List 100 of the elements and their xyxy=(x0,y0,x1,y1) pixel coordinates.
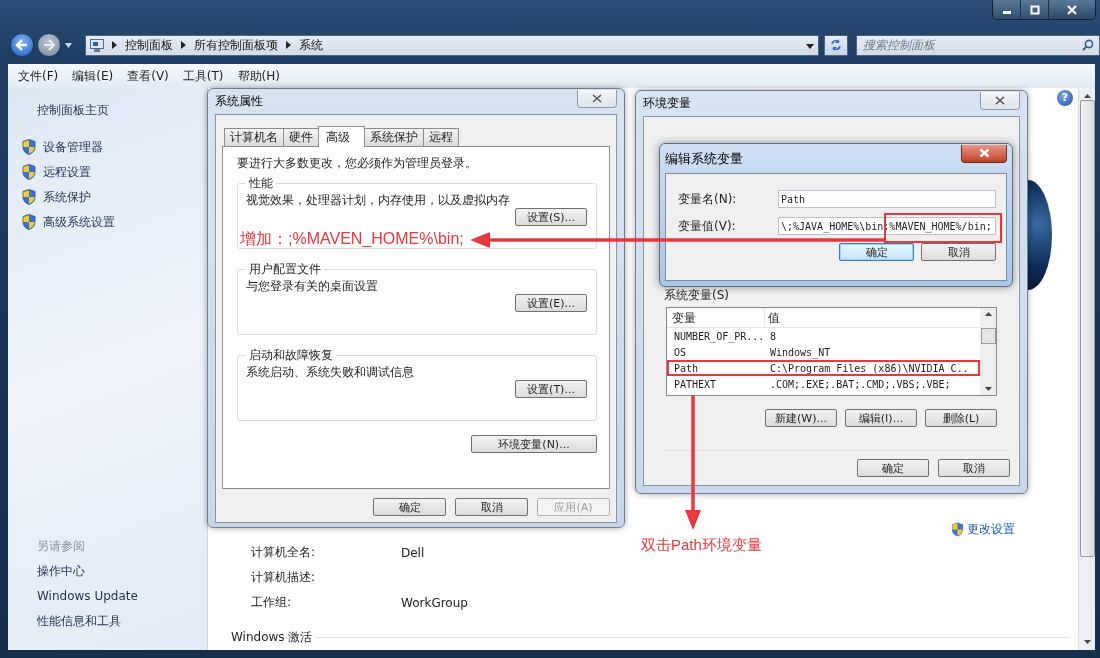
close-icon xyxy=(592,93,602,103)
chevron-icon[interactable] xyxy=(181,41,186,49)
tab[interactable]: 硬件 xyxy=(283,128,319,146)
breadcrumb-item[interactable]: 控制面板 xyxy=(125,36,173,54)
column-header[interactable]: 变量 xyxy=(667,307,765,328)
forward-arrow-icon xyxy=(42,38,56,52)
settings-button[interactable]: 设置(S)... xyxy=(515,208,587,226)
breadcrumb-item[interactable]: 系统 xyxy=(299,36,323,54)
scroll-thumb[interactable] xyxy=(1079,100,1095,557)
minimize-icon xyxy=(1002,11,1011,14)
search-icon xyxy=(1082,38,1094,51)
dialog-button[interactable]: 取消 xyxy=(921,243,996,261)
sidebar-link[interactable]: 远程设置 xyxy=(43,161,91,182)
scrollbar[interactable] xyxy=(1078,88,1095,650)
close-button[interactable] xyxy=(577,89,617,108)
scroll-down-icon[interactable] xyxy=(1083,640,1091,644)
address-bar[interactable]: 控制面板 所有控制面板项 系统 xyxy=(85,34,819,56)
dialog-title: 编辑系统变量 xyxy=(665,149,743,168)
settings-button[interactable]: 设置(T)... xyxy=(515,380,587,398)
variable-row[interactable]: OS Windows_NT xyxy=(667,344,980,360)
section-title: 另请参阅 xyxy=(37,538,86,555)
column-header[interactable]: 值 xyxy=(765,307,980,328)
chevron-icon[interactable] xyxy=(286,41,291,49)
dialog-title: 系统属性 xyxy=(215,93,263,110)
dialog-button[interactable]: 取消 xyxy=(455,498,528,516)
shield-icon xyxy=(22,213,36,230)
sidebar-link[interactable]: 设备管理器 xyxy=(43,136,103,157)
dialog-button[interactable]: 确定 xyxy=(373,498,446,516)
annotation-text: 双击Path环境变量 xyxy=(641,536,762,555)
scroll-thumb[interactable] xyxy=(980,328,996,344)
menu-item[interactable]: 工具(T) xyxy=(182,67,224,85)
close-icon xyxy=(995,95,1005,105)
tab[interactable]: 系统保护 xyxy=(364,128,424,146)
variable-row[interactable]: NUMBER_OF_PR... 8 xyxy=(667,328,980,344)
sidebar-link[interactable]: Windows Update xyxy=(37,584,138,609)
tab[interactable]: 远程 xyxy=(423,128,459,146)
variable-row[interactable]: Path C:\Program Files (x86)\NVIDIA C.. xyxy=(667,360,980,376)
forward-button[interactable] xyxy=(37,33,61,57)
scroll-up-icon[interactable] xyxy=(1083,94,1091,98)
dropdown-caret-icon[interactable] xyxy=(806,43,814,49)
maximize-button[interactable] xyxy=(1021,0,1049,19)
menu-item[interactable]: 帮助(H) xyxy=(237,67,280,85)
settings-button[interactable]: 设置(E)... xyxy=(515,294,587,312)
menu-item[interactable]: 文件(F) xyxy=(18,67,59,85)
menu-item[interactable]: 查看(V) xyxy=(127,67,169,85)
info-label: 计算机描述: xyxy=(251,569,317,586)
close-button[interactable] xyxy=(1049,0,1095,19)
list-action-button[interactable]: 编辑(I)... xyxy=(845,409,917,427)
close-icon xyxy=(978,148,990,158)
sidebar-link[interactable]: 系统保护 xyxy=(43,186,91,207)
close-button[interactable] xyxy=(980,91,1020,110)
close-icon xyxy=(1067,4,1077,15)
sidebar-link[interactable]: 性能信息和工具 xyxy=(37,609,121,634)
shield-icon xyxy=(951,521,964,537)
section-heading: Windows 激活 xyxy=(231,628,313,646)
group-description: 与您登录有关的桌面设置 xyxy=(246,278,379,294)
scroll-down-icon[interactable] xyxy=(984,387,992,391)
scroll-up-icon[interactable] xyxy=(984,312,992,316)
sidebar-link[interactable]: 操作中心 xyxy=(37,559,85,584)
minimize-button[interactable] xyxy=(993,0,1021,19)
shield-icon xyxy=(22,138,36,155)
tab[interactable]: 高级 xyxy=(318,126,365,147)
menu-item[interactable]: 编辑(E) xyxy=(72,67,114,85)
dialog-title: 环境变量 xyxy=(643,95,691,112)
scrollbar[interactable] xyxy=(980,308,996,395)
input-field[interactable]: Path xyxy=(778,190,996,208)
dialog-button[interactable]: 取消 xyxy=(938,459,1010,477)
list-action-button[interactable]: 新建(W)... xyxy=(765,409,837,427)
sidebar-link[interactable]: 高级系统设置 xyxy=(43,211,115,232)
dialog-button[interactable]: 确定 xyxy=(839,243,914,261)
group-title: 用户配置文件 xyxy=(248,261,322,278)
environment-variables-button[interactable]: 环境变量(N)... xyxy=(471,435,597,453)
group-description: 视觉效果，处理器计划，内存使用，以及虚拟内存 xyxy=(246,192,511,208)
search-field[interactable]: 搜索控制面板 xyxy=(856,34,1100,56)
back-button[interactable] xyxy=(10,33,34,57)
field-label: 变量名(N): xyxy=(678,190,738,208)
annotation-text: 增加：;%MAVEN_HOME%\bin; xyxy=(240,229,464,249)
refresh-icon xyxy=(829,38,843,52)
refresh-button[interactable] xyxy=(824,34,848,56)
section-label: 系统变量(S) xyxy=(664,287,730,303)
chevron-icon[interactable] xyxy=(112,41,117,49)
dialog-button[interactable]: 确定 xyxy=(857,459,929,477)
shield-icon xyxy=(22,163,36,180)
caret-icon[interactable] xyxy=(65,42,72,48)
close-button[interactable] xyxy=(961,144,1007,163)
breadcrumb-item[interactable]: 所有控制面板项 xyxy=(194,36,278,54)
notice-text: 要进行大多数更改，您必须作为管理员登录。 xyxy=(237,155,478,171)
back-arrow-icon xyxy=(15,38,29,52)
info-label: 工作组: xyxy=(251,594,293,611)
sidebar-link[interactable]: 控制面板主页 xyxy=(37,100,109,120)
info-value: WorkGroup xyxy=(401,595,468,610)
maximize-icon xyxy=(1029,4,1040,15)
change-settings-link[interactable]: 更改设置 xyxy=(967,520,1015,538)
variable-row[interactable]: PATHEXT .COM;.EXE;.BAT;.CMD;.VBS;.VBE; xyxy=(667,376,980,392)
info-value: Dell xyxy=(401,545,425,560)
tab[interactable]: 计算机名 xyxy=(224,128,284,146)
info-label: 计算机全名: xyxy=(251,544,317,561)
list-action-button[interactable]: 删除(L) xyxy=(925,409,997,427)
group-title: 启动和故障恢复 xyxy=(248,347,334,364)
group-title: 性能 xyxy=(248,175,274,192)
